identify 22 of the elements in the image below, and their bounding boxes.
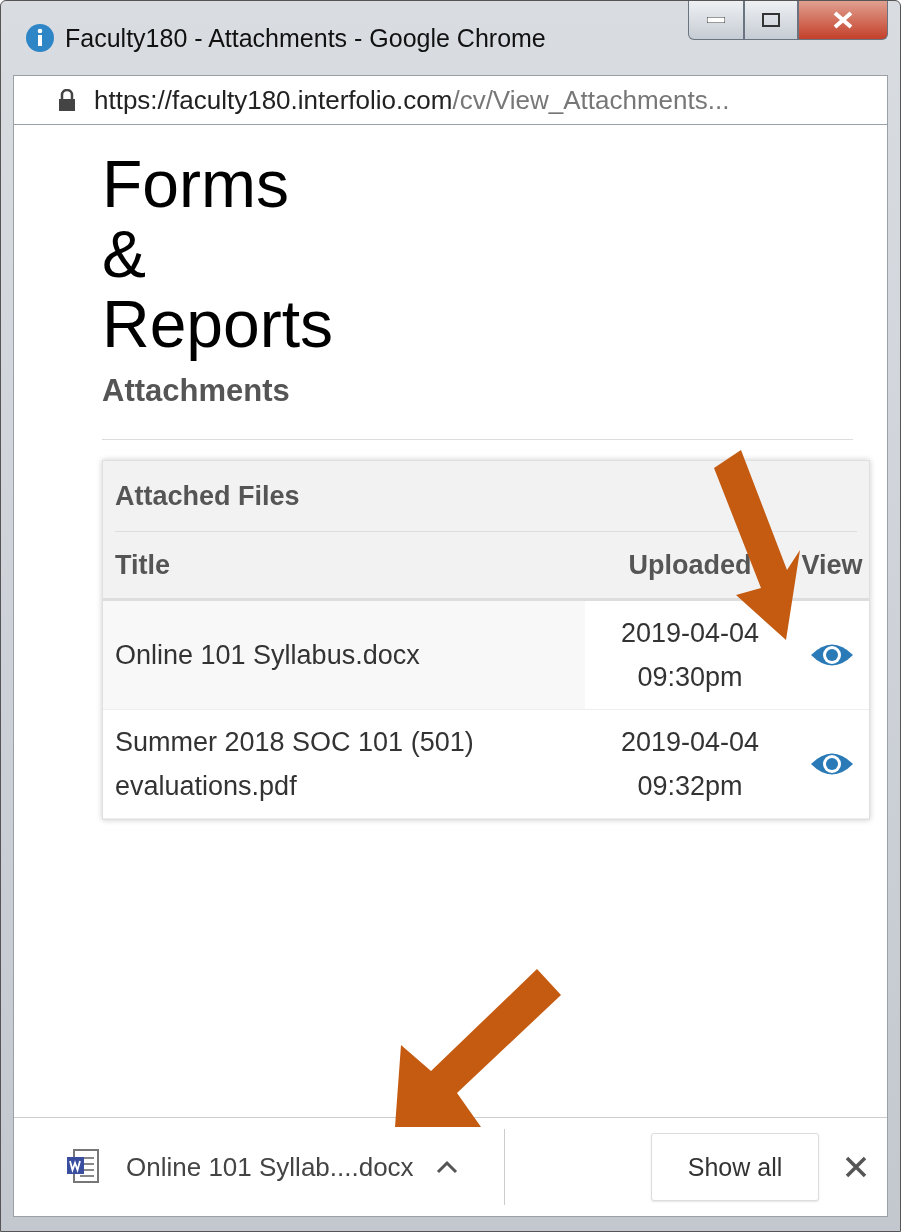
page-heading: Forms & Reports <box>102 149 335 359</box>
column-header: View <box>795 532 869 601</box>
close-icon <box>832 11 854 29</box>
maximize-button[interactable] <box>744 1 798 40</box>
lock-icon <box>58 89 76 111</box>
table-cell: Online 101 Syllabus.docx <box>103 601 585 710</box>
caret-button[interactable] <box>435 1160 458 1174</box>
minimize-icon <box>707 17 725 23</box>
close-button[interactable] <box>845 1156 867 1178</box>
url-text: https://faculty180.interfolio.com/cv/View_Attachments... <box>94 84 730 116</box>
column-header: Title <box>103 532 585 601</box>
info-icon <box>25 23 55 53</box>
document-icon <box>66 1149 100 1185</box>
show-all-button[interactable]: Show all <box>651 1133 819 1201</box>
download-filename[interactable]: Online 101 Syllab....docx <box>126 1151 414 1183</box>
maximize-icon <box>762 13 780 27</box>
table-cell: Summer 2018 SOC 101 (501) evaluations.pdf <box>103 710 585 819</box>
address-bar[interactable]: https://faculty180.interfolio.com/cv/View_Attachments... <box>13 75 888 125</box>
minimize-button[interactable] <box>688 1 744 40</box>
window-title: Faculty180 - Attachments - Google Chrome <box>65 23 546 53</box>
close-button[interactable] <box>798 1 888 40</box>
page-subheading: Attachments <box>102 373 853 440</box>
